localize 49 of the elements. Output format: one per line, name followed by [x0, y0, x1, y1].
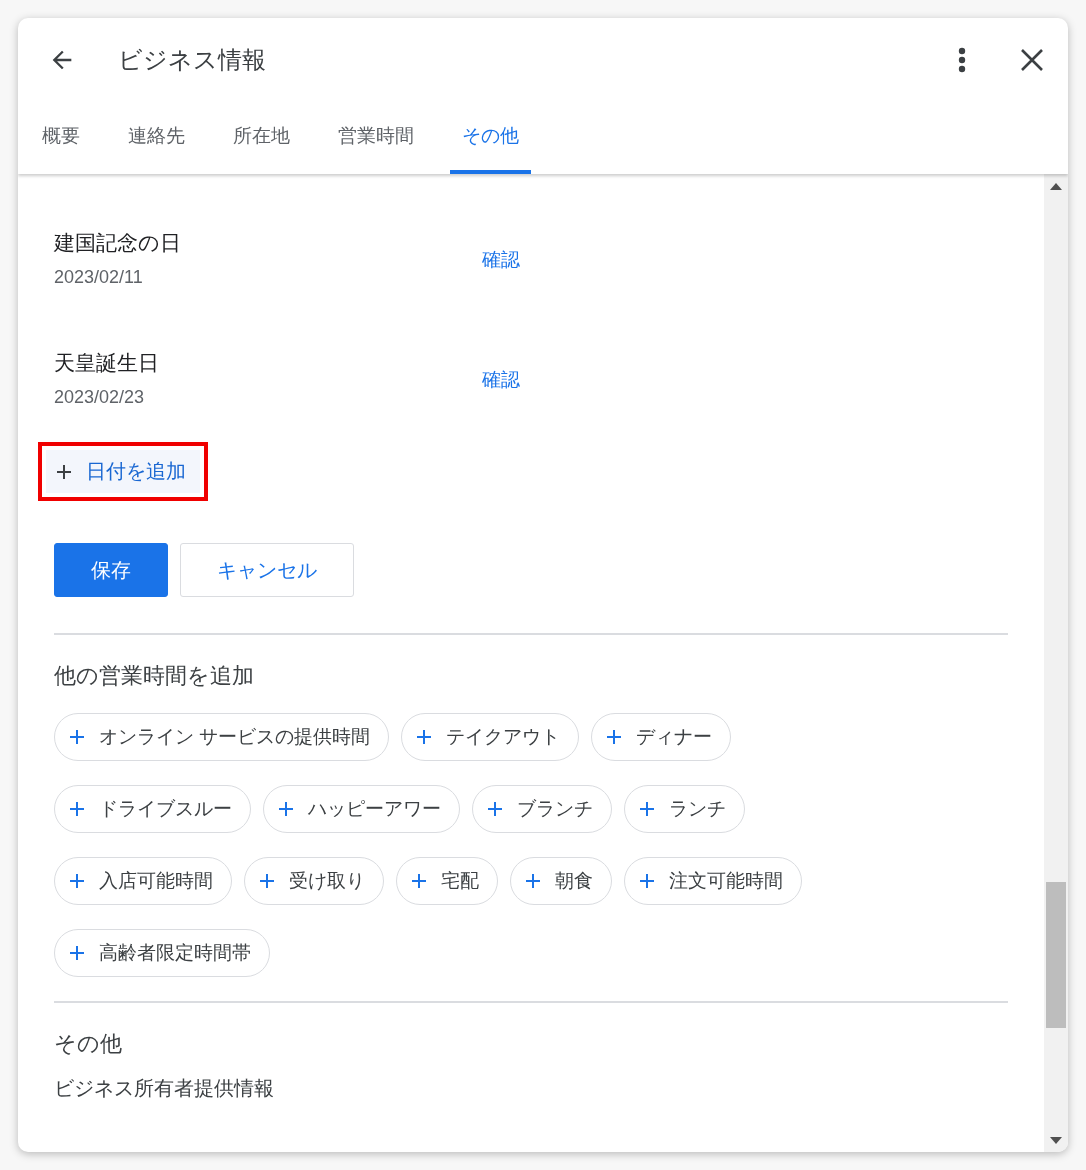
- plus-icon: [606, 729, 623, 745]
- hours-type-chip[interactable]: オンライン サービスの提供時間: [54, 713, 390, 761]
- hours-type-chip[interactable]: 高齢者限定時間帯: [54, 929, 270, 977]
- plus-icon: [639, 873, 655, 889]
- plus-icon: [639, 801, 655, 817]
- tab[interactable]: 連絡先: [116, 102, 197, 174]
- section-heading: 他の営業時間を追加: [54, 662, 255, 690]
- tab[interactable]: 営業時間: [326, 102, 426, 174]
- save-button[interactable]: 保存: [54, 543, 168, 597]
- plus-icon: [411, 873, 427, 889]
- holiday-date: 2023/02/23: [54, 386, 146, 408]
- plus-icon: [69, 945, 85, 961]
- dialog-title: ビジネス情報: [118, 45, 267, 75]
- hours-type-chip[interactable]: 受け取り: [244, 857, 384, 905]
- hours-type-chip[interactable]: ハッピーアワー: [263, 785, 460, 833]
- add-date-button[interactable]: 日付を追加: [46, 450, 200, 493]
- tab[interactable]: その他: [450, 102, 531, 174]
- hours-type-chip[interactable]: 注文可能時間: [624, 857, 802, 905]
- section-subheading: ビジネス所有者提供情報: [54, 1076, 275, 1101]
- scroll-thumb[interactable]: [1046, 882, 1066, 1028]
- cancel-button[interactable]: キャンセル: [180, 543, 354, 597]
- holiday-name: 建国記念の日: [54, 229, 182, 256]
- plus-icon: [416, 729, 433, 745]
- confirm-link[interactable]: 確認: [482, 247, 520, 273]
- tab[interactable]: 概要: [30, 102, 92, 174]
- plus-icon: [259, 873, 275, 889]
- scrollbar[interactable]: [1044, 174, 1068, 1152]
- hours-type-chip[interactable]: 宅配: [396, 857, 498, 905]
- plus-icon: [69, 873, 85, 889]
- section-heading: その他: [54, 1030, 123, 1058]
- plus-icon: [487, 801, 503, 817]
- plus-icon: [56, 463, 72, 480]
- plus-icon: [525, 873, 541, 889]
- hours-type-chip[interactable]: ドライブスルー: [54, 785, 251, 833]
- hours-type-chip[interactable]: 朝食: [510, 857, 612, 905]
- plus-icon: [278, 801, 294, 817]
- scroll-up-icon[interactable]: [1050, 182, 1062, 190]
- hours-type-chip[interactable]: ブランチ: [472, 785, 612, 833]
- hours-type-chip[interactable]: テイクアウト: [401, 713, 580, 761]
- scroll-down-icon[interactable]: [1050, 1136, 1062, 1144]
- tab[interactable]: 所在地: [221, 102, 302, 174]
- confirm-link[interactable]: 確認: [482, 367, 520, 393]
- hours-type-chip[interactable]: ディナー: [591, 713, 732, 761]
- holiday-name: 天皇誕生日: [54, 349, 160, 376]
- hours-type-chip[interactable]: ランチ: [624, 785, 745, 833]
- plus-icon: [69, 729, 85, 745]
- hours-type-chip[interactable]: 入店可能時間: [54, 857, 232, 905]
- plus-icon: [69, 801, 85, 817]
- holiday-date: 2023/02/11: [54, 266, 144, 288]
